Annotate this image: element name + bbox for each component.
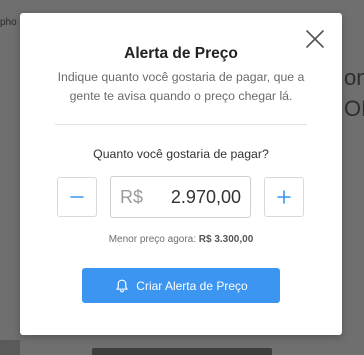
increment-button[interactable] <box>264 177 304 217</box>
current-price-label: Menor preço agora: <box>108 234 196 245</box>
price-alert-modal: Alerta de Preço Indique quanto você gost… <box>20 13 342 335</box>
bell-icon <box>116 279 128 292</box>
divider <box>55 124 307 125</box>
price-input-value[interactable]: 2.970,00 <box>171 187 241 208</box>
modal-title: Alerta de Preço <box>124 45 238 62</box>
current-lowest-price: Menor preço agora: R$ 3.300,00 <box>20 234 342 245</box>
currency-prefix: R$ <box>120 186 144 207</box>
price-input[interactable]: R$ 2.970,00 <box>110 176 251 218</box>
minus-icon <box>70 196 84 198</box>
modal-subtitle: Indique quanto você gostaria de pagar, q… <box>57 70 305 103</box>
price-question-label: Quanto você gostaria de pagar? <box>93 147 269 161</box>
current-price-value: R$ 3.300,00 <box>198 234 254 245</box>
create-price-alert-label: Criar Alerta de Preço <box>136 278 248 293</box>
create-price-alert-button[interactable]: Criar Alerta de Preço <box>82 268 280 303</box>
plus-icon <box>277 190 291 204</box>
decrement-button[interactable] <box>57 177 97 217</box>
background-text-fragment: pho <box>0 17 17 28</box>
background-element <box>92 348 272 355</box>
background-element <box>0 340 20 355</box>
background-heading-fragment: on <box>344 65 364 90</box>
background-heading-fragment: OR <box>344 96 364 121</box>
